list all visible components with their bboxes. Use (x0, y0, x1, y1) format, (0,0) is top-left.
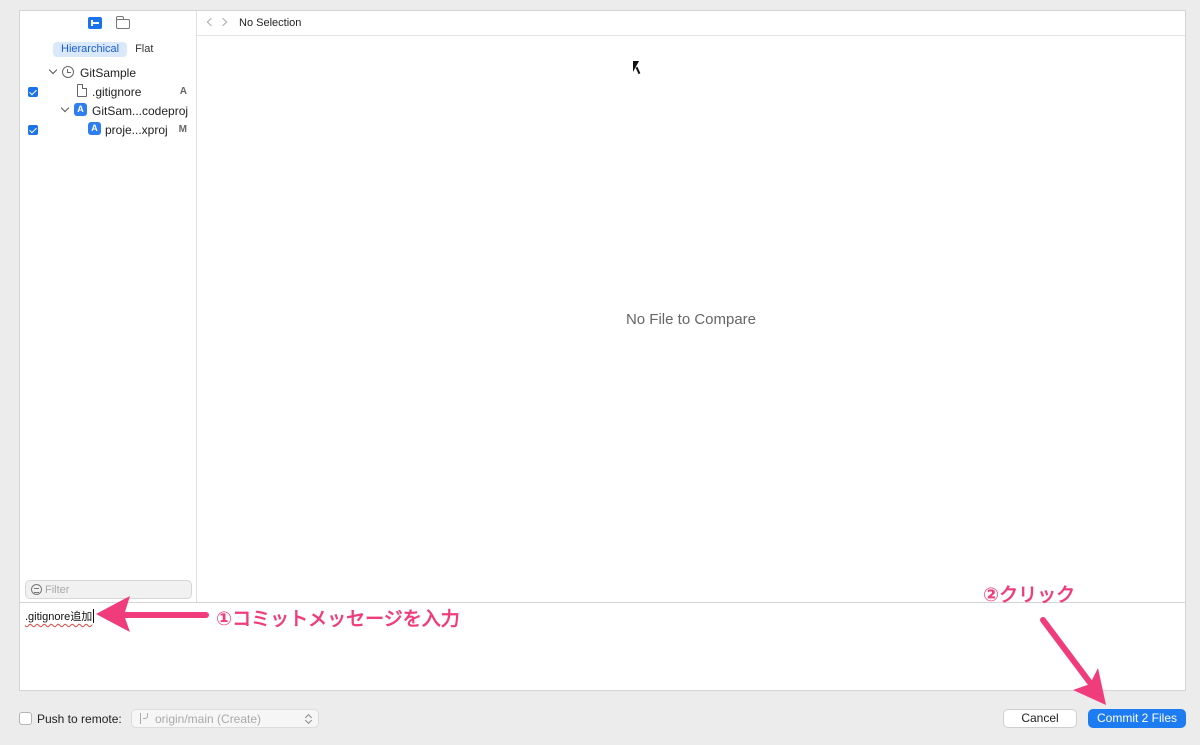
segment-hierarchical[interactable]: Hierarchical (53, 42, 128, 57)
commit-sheet: Hierarchical Flat GitSample .gitignore A (0, 0, 1200, 745)
tree-item-label: GitSample (80, 66, 137, 80)
diff-area: No Selection No File to Compare (197, 11, 1185, 602)
push-to-remote-checkbox[interactable] (19, 712, 32, 725)
tree-item-label: .gitignore (92, 85, 142, 99)
status-badge: M (178, 124, 187, 135)
file-icon (77, 83, 88, 97)
forward-chevron-icon[interactable] (218, 17, 228, 27)
filter-icon (31, 584, 42, 595)
filter-field[interactable] (25, 580, 192, 599)
status-badge: A (179, 86, 187, 97)
bottom-bar: Push to remote: origin/main (Create) Can… (0, 700, 1200, 740)
commit-message-text[interactable]: .gitignore追加 (25, 608, 95, 624)
folder-icon[interactable] (115, 16, 130, 29)
xcodeproj-icon (74, 103, 87, 116)
remote-branch-select[interactable]: origin/main (Create) (131, 709, 319, 728)
sidebar-toolbar (20, 11, 197, 37)
changes-view-icon[interactable] (88, 17, 102, 29)
clock-icon (62, 66, 74, 78)
changes-sidebar: Hierarchical Flat GitSample .gitignore A (20, 11, 197, 602)
xcodeproj-icon (88, 122, 101, 135)
commit-message-value: .gitignore追加 (25, 611, 93, 623)
annotation-step1: ①コミットメッセージを入力 (216, 609, 460, 630)
filter-input[interactable] (45, 582, 185, 597)
tree-row-gitsample[interactable]: GitSample (20, 63, 197, 82)
cancel-button[interactable]: Cancel (1003, 709, 1077, 728)
push-to-remote-label: Push to remote: (37, 712, 122, 726)
commit-button[interactable]: Commit 2 Files (1088, 709, 1186, 728)
tree-item-label: GitSam...codeproj (92, 104, 189, 118)
breadcrumb: No Selection (239, 17, 302, 29)
tree-row-pbxproj[interactable]: proje...xproj M (20, 120, 197, 139)
tree-row-gitignore[interactable]: .gitignore A (20, 82, 197, 101)
include-checkbox[interactable] (28, 125, 38, 135)
empty-state-message: No File to Compare (625, 311, 757, 328)
include-checkbox[interactable] (28, 87, 38, 97)
text-caret (93, 609, 95, 623)
tree-item-label: proje...xproj (105, 123, 168, 137)
back-chevron-icon[interactable] (206, 17, 216, 27)
tree-row-xcodeproj[interactable]: GitSam...codeproj (20, 101, 197, 120)
segment-flat[interactable]: Flat (127, 42, 161, 57)
chevron-updown-icon (305, 713, 312, 725)
branch-icon (140, 713, 148, 724)
branch-value: origin/main (Create) (155, 712, 262, 726)
chevron-down-icon[interactable] (48, 65, 58, 75)
chevron-down-icon[interactable] (60, 103, 70, 113)
annotation-step2: ②クリック (983, 585, 1076, 606)
view-mode-segmented-control: Hierarchical Flat (53, 41, 167, 58)
diff-toolbar: No Selection (197, 11, 1185, 36)
mouse-pointer-icon (633, 61, 645, 72)
commit-message-editor[interactable]: .gitignore追加 (20, 602, 1185, 690)
